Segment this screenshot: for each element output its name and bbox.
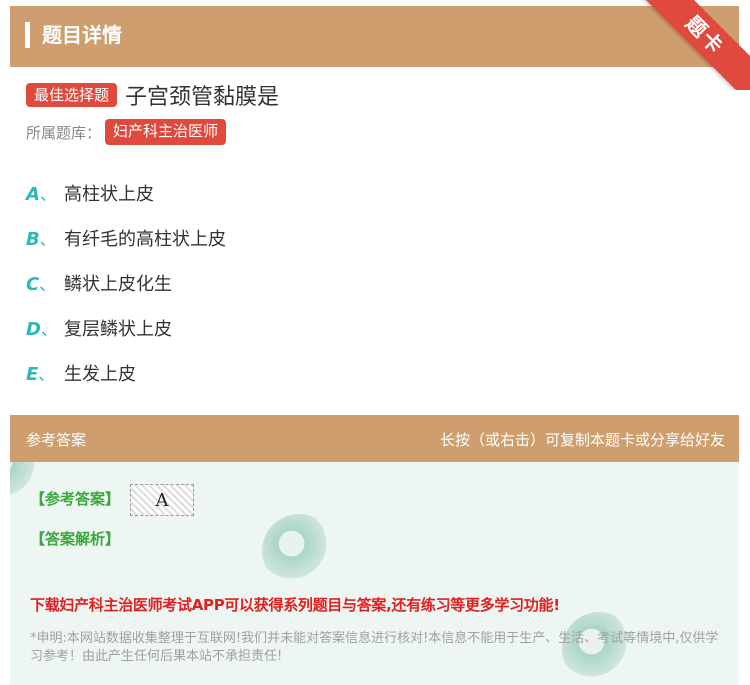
answer-image: A	[130, 484, 194, 516]
option-text: 生发上皮	[64, 363, 136, 385]
question-row: 最佳选择题 子宫颈管黏膜是	[26, 80, 279, 110]
corner-ribbon-label: 题卡	[640, 0, 750, 90]
option-letter: A、	[26, 183, 56, 205]
corner-ribbon: 题卡	[640, 0, 750, 90]
option-text: 鳞状上皮化生	[64, 273, 172, 295]
option-d[interactable]: D、 复层鳞状上皮	[26, 305, 226, 350]
option-a[interactable]: A、 高柱状上皮	[26, 170, 226, 215]
options-list: A、 高柱状上皮 B、 有纤毛的高柱状上皮 C、 鳞状上皮化生 D、 复层鳞状上…	[26, 170, 226, 395]
category-label: 所属题库：	[26, 123, 102, 142]
download-promo-link[interactable]: 下载妇产科主治医师考试APP可以获得系列题目与答案,还有练习等更多学习功能!	[30, 594, 560, 615]
option-text: 高柱状上皮	[64, 183, 154, 205]
answer-label: 【参考答案】	[30, 490, 121, 508]
option-text: 复层鳞状上皮	[64, 318, 172, 340]
category-badge[interactable]: 妇产科主治医师	[105, 119, 227, 145]
option-letter: B、	[26, 228, 56, 250]
option-b[interactable]: B、 有纤毛的高柱状上皮	[26, 215, 226, 260]
option-e[interactable]: E、 生发上皮	[26, 350, 226, 395]
disclaimer-text: *申明:本网站数据收集整理于互联网!我们并未能对答案信息进行核对!本信息不能用于…	[30, 631, 719, 664]
question-text: 子宫颈管黏膜是	[125, 85, 280, 110]
watermark-logo-icon	[262, 514, 336, 588]
share-hint: 长按（或右击）可复制本题卡或分享给好友	[439, 431, 725, 449]
analysis-label: 【答案解析】	[30, 530, 121, 548]
option-c[interactable]: C、 鳞状上皮化生	[26, 260, 226, 305]
option-letter: C、	[26, 273, 56, 295]
question-type-badge: 最佳选择题	[26, 83, 118, 107]
option-text: 有纤毛的高柱状上皮	[64, 228, 226, 250]
title-bar: 题目详情	[10, 6, 739, 67]
page-title: 题目详情	[42, 23, 122, 47]
title-accent-bar	[25, 22, 30, 48]
answer-header: 参考答案 长按（或右击）可复制本题卡或分享给好友	[10, 415, 739, 462]
option-letter: E、	[26, 363, 55, 385]
answer-section-title: 参考答案	[26, 431, 87, 449]
category-row: 所属题库： 妇产科主治医师	[26, 119, 227, 145]
answer-panel: 【参考答案】 A 【答案解析】 下载妇产科主治医师考试APP可以获得系列题目与答…	[10, 462, 739, 685]
option-letter: D、	[26, 318, 57, 340]
